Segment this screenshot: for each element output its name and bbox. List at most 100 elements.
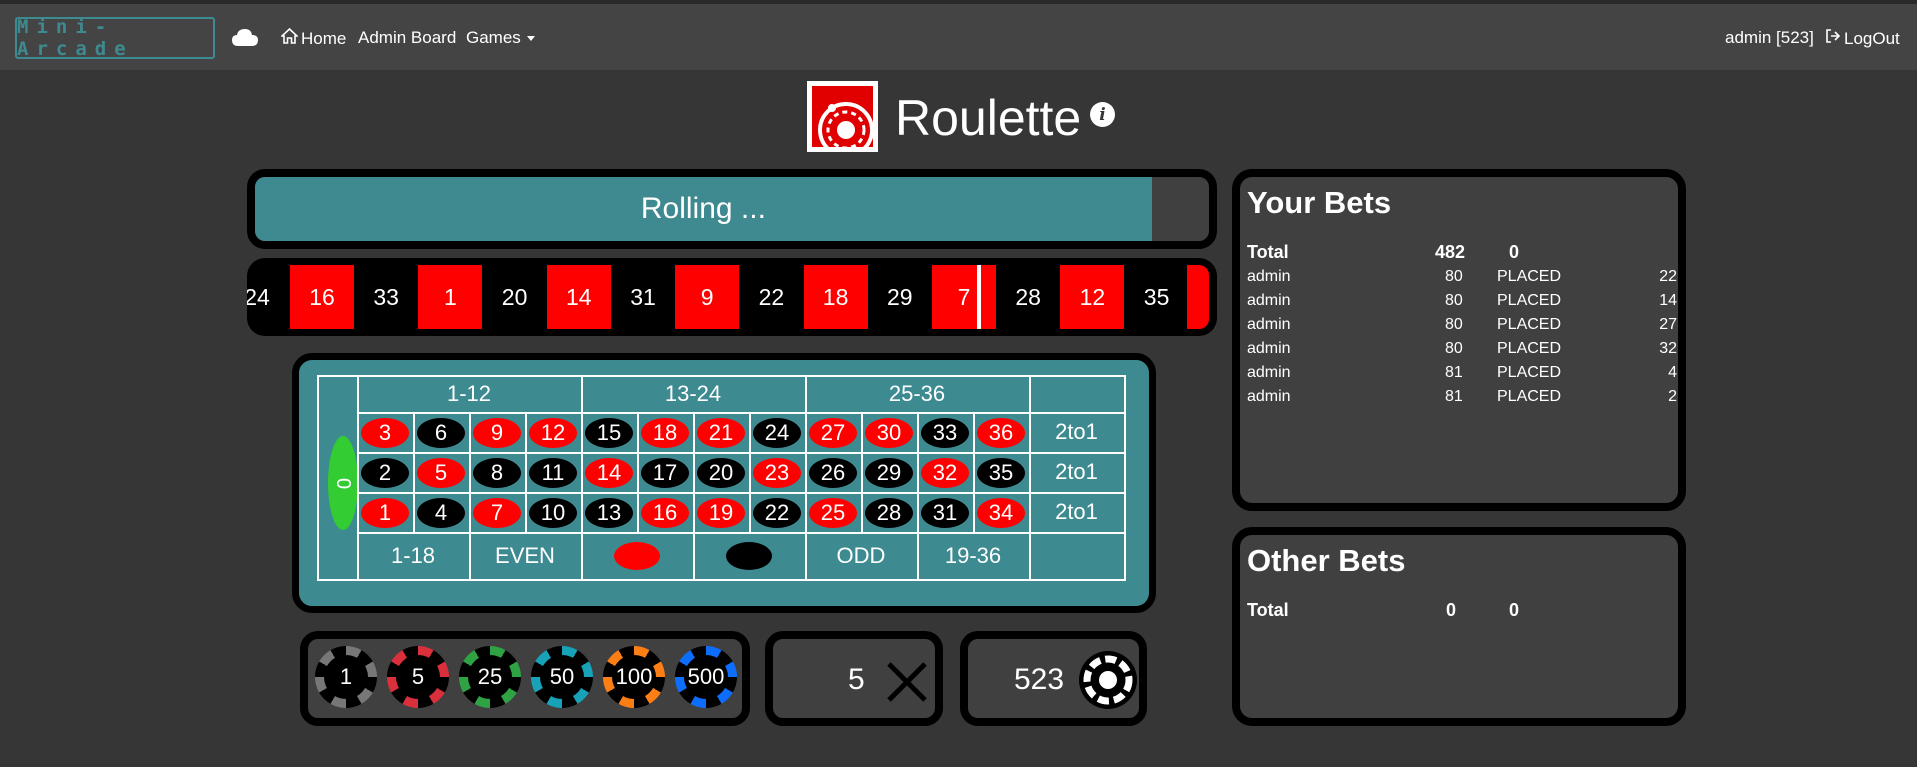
grid-line [469,412,471,532]
chip-value: 500 [687,664,725,689]
bet-number[interactable]: 20 [697,458,745,488]
bet-user: admin [1247,268,1291,285]
bet-number[interactable]: 2 [361,458,409,488]
bet-number[interactable]: 35 [977,458,1025,488]
bet-user: admin [1247,388,1291,405]
bet-number[interactable]: 18 [641,418,689,448]
bet-number[interactable]: 27 [809,418,857,448]
bet-number[interactable]: 19 [697,498,745,528]
logout-link[interactable]: LogOut [1825,28,1900,49]
bet-number[interactable]: 29 [865,458,913,488]
strip-cell-number: 14 [566,283,592,310]
bet-status: PLACED [1497,364,1562,381]
nav-games-dropdown[interactable]: Games [466,28,535,48]
bet-number[interactable]: 12 [529,418,577,448]
bet-dozen-1[interactable]: 1-12 [357,375,581,412]
your-bets-total: Total 482 0 [1247,242,1677,266]
bet-number[interactable]: 1 [361,498,409,528]
grid-line [581,412,583,532]
strip-cell: 28 [996,265,1060,329]
bet-row: admin 81 PLACED 4 [1247,364,1677,388]
chip-5[interactable]: 5 [387,646,449,708]
bet-number[interactable]: 14 [585,458,633,488]
bet-number[interactable]: 16 [641,498,689,528]
bet-number[interactable]: 26 [809,458,857,488]
bet-number[interactable]: 31 [921,498,969,528]
bet-zero[interactable]: 0 [328,436,358,530]
strip-cell-partial [1187,265,1209,329]
bet-number[interactable]: 4 [417,498,465,528]
grid-line [805,412,807,532]
bet-user: admin [1247,340,1291,357]
bet-number[interactable]: 8 [473,458,521,488]
brand-logo[interactable]: Mini-Arcade [15,16,215,60]
bet-red[interactable] [581,532,693,579]
bet-status: PLACED [1497,340,1562,357]
bet-outside[interactable]: 19-36 [917,532,1029,579]
multiplier-value: 5 [848,663,865,696]
clear-bet-icon[interactable] [885,660,929,709]
black-marker [726,541,772,570]
bet-number: 14 [1659,292,1677,309]
bet-number[interactable]: 34 [977,498,1025,528]
bet-status: PLACED [1497,292,1562,309]
total-amount: 0 [1446,600,1457,620]
cloud-icon[interactable] [232,28,258,53]
bet-column-2[interactable]: 2to1 [1029,452,1124,492]
chip-25[interactable]: 25 [459,646,521,708]
bet-number[interactable]: 28 [865,498,913,528]
bet-number[interactable]: 23 [753,458,801,488]
navbar: Mini-Arcade Home Admin Board Games admin… [0,0,1917,70]
bet-column-3[interactable]: 2to1 [1029,492,1124,532]
bet-amount: 80 [1445,316,1463,333]
bet-dozen-3[interactable]: 25-36 [805,375,1029,412]
bet-number[interactable]: 6 [417,418,465,448]
bet-outside[interactable]: EVEN [469,532,581,579]
logout-label: LogOut [1844,28,1900,48]
bet-number[interactable]: 25 [809,498,857,528]
bet-number[interactable]: 7 [473,498,521,528]
chip-50[interactable]: 50 [531,646,593,708]
grid-line [357,492,1124,494]
bet-number[interactable]: 10 [529,498,577,528]
other-bets-title: Other Bets [1247,543,1406,578]
chip-500[interactable]: 500 [675,646,737,708]
strip-cell-number: 33 [373,283,399,310]
bet-outside[interactable]: 1-18 [357,532,469,579]
bet-number[interactable]: 30 [865,418,913,448]
bet-number[interactable]: 5 [417,458,465,488]
roulette-logo [807,81,878,152]
strip-cell-number: 16 [309,283,335,310]
nav-games-label: Games [466,28,521,47]
chip-100[interactable]: 100 [603,646,665,708]
bet-number[interactable]: 24 [753,418,801,448]
home-icon [279,27,300,49]
nav-admin-board-link[interactable]: Admin Board [358,28,456,48]
nav-home-link[interactable]: Home [279,27,346,49]
bet-column-1[interactable]: 2to1 [1029,412,1124,452]
bet-number[interactable]: 22 [753,498,801,528]
strip-cell-partial: 24 [247,265,289,329]
total-label: Total [1247,242,1289,262]
credit-value: 523 [1014,663,1065,696]
betting-table: 0 1-12 13-24 25-36 3 6 9 12 15 18 21 24 27 30 33 36 2to… [292,353,1156,613]
bet-number[interactable]: 15 [585,418,633,448]
bet-black[interactable] [693,532,805,579]
strip-cell-number: 7 [957,283,971,310]
bet-number[interactable]: 36 [977,418,1025,448]
bet-number[interactable]: 13 [585,498,633,528]
bet-outside[interactable]: ODD [805,532,917,579]
strip-cell-number: 35 [1143,283,1170,310]
bet-number[interactable]: 9 [473,418,521,448]
bet-number[interactable]: 21 [697,418,745,448]
chip-1[interactable]: 1 [315,646,377,708]
grid-line [693,412,695,532]
bet-number[interactable]: 33 [921,418,969,448]
bet-number[interactable]: 17 [641,458,689,488]
bet-number[interactable]: 11 [529,458,577,488]
info-icon[interactable]: i [1090,102,1115,127]
bet-number[interactable]: 3 [361,418,409,448]
bet-dozen-2[interactable]: 13-24 [581,375,805,412]
bet-number: 27 [1659,316,1677,333]
bet-number[interactable]: 32 [921,458,969,488]
